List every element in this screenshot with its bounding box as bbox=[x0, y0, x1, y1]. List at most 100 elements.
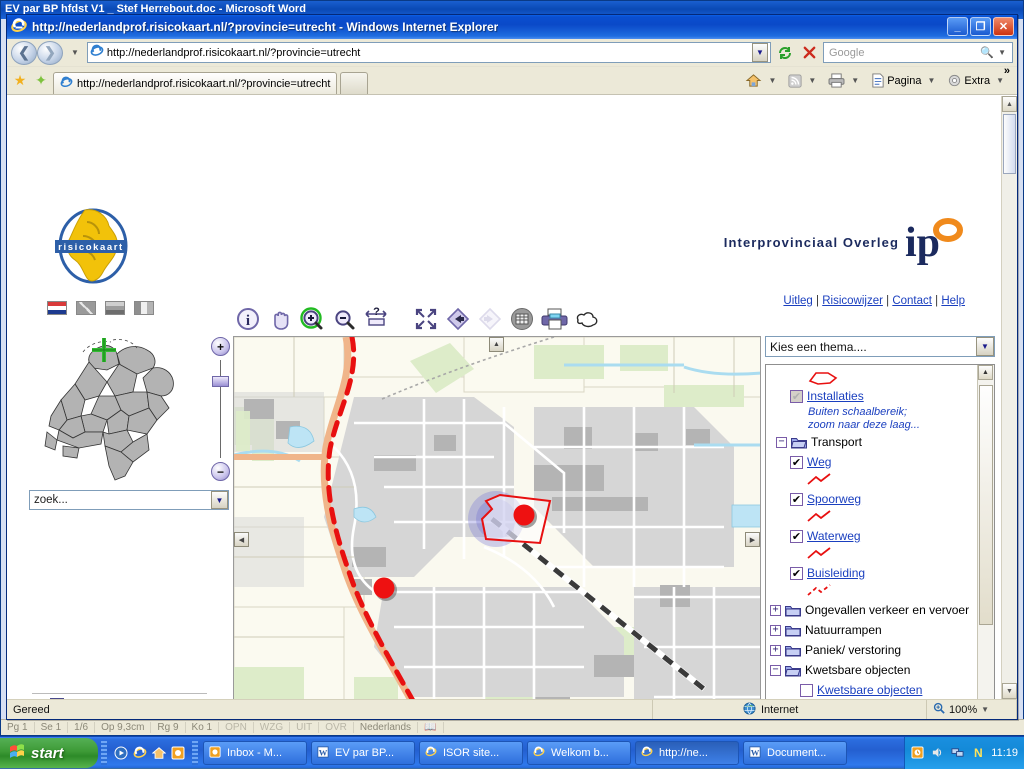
taskbar-item-isor-site[interactable]: ISOR site... bbox=[419, 741, 523, 765]
new-tab-button[interactable] bbox=[340, 72, 368, 94]
media-player-icon[interactable] bbox=[114, 746, 128, 760]
link-risicowijzer[interactable]: Risicowijzer bbox=[822, 295, 883, 307]
layer-link-spoorweg[interactable]: Spoorweg bbox=[807, 492, 861, 506]
link-contact[interactable]: Contact bbox=[892, 295, 932, 307]
search-icon[interactable]: 🔍 bbox=[980, 46, 994, 59]
address-bar[interactable]: http://nederlandprof.risicokaart.nl/?pro… bbox=[87, 42, 771, 63]
layer-link-buisleiding[interactable]: Buisleiding bbox=[807, 566, 865, 580]
recent-pages-chevron-icon[interactable]: ▼ bbox=[67, 48, 83, 57]
zoom-slider-track[interactable] bbox=[220, 360, 222, 458]
layer-checkbox-weg[interactable]: ✔ bbox=[790, 456, 803, 469]
layer-link-weg[interactable]: Weg bbox=[807, 455, 831, 469]
zoom-slider[interactable]: + − bbox=[209, 334, 231, 482]
english-flag-icon[interactable] bbox=[76, 301, 96, 315]
security-zone[interactable]: Internet bbox=[737, 700, 927, 719]
layer-checkbox-buisleiding[interactable]: ✔ bbox=[790, 567, 803, 580]
link-uitleg[interactable]: Uitleg bbox=[783, 295, 812, 307]
map-pan-right-button[interactable]: ▶ bbox=[745, 532, 760, 547]
map-pan-left-button[interactable]: ◀ bbox=[234, 532, 249, 547]
volume-icon[interactable] bbox=[931, 746, 945, 760]
layer-checkbox-installaties[interactable]: ✔ bbox=[790, 390, 803, 403]
folder-row-ongevallen[interactable]: + Ongevallen verkeer en vervoer bbox=[768, 600, 977, 620]
forward-button[interactable]: ❯ bbox=[37, 41, 63, 65]
layer-row-buisleiding[interactable]: ✔ Buisleiding bbox=[768, 563, 977, 583]
close-button[interactable]: ✕ bbox=[993, 17, 1014, 36]
taskbar-item-welkom[interactable]: Welkom b... bbox=[527, 741, 631, 765]
feeds-button[interactable]: ▼ bbox=[785, 72, 823, 90]
home-icon[interactable] bbox=[152, 746, 166, 760]
expander-kwetsbare-objecten[interactable]: − bbox=[770, 665, 781, 676]
draw-shape-icon[interactable] bbox=[573, 306, 599, 332]
taskbar-item-risicokaart[interactable]: http://ne... bbox=[635, 741, 739, 765]
page-menu-button[interactable]: Pagina ▼ bbox=[868, 71, 942, 90]
expander-natuurrampen[interactable]: + bbox=[770, 625, 781, 636]
print-button[interactable]: ▼ bbox=[825, 71, 866, 90]
layer-row-kwetsbare-objecten[interactable]: Kwetsbare objecten bbox=[768, 680, 977, 699]
layer-row-installaties[interactable]: ✔ Installaties bbox=[768, 386, 977, 406]
measure-icon[interactable]: ? bbox=[363, 306, 389, 332]
address-dropdown-icon[interactable]: ▼ bbox=[752, 43, 768, 62]
location-search-chevron-icon[interactable]: ▼ bbox=[211, 491, 228, 509]
print-chevron-icon[interactable]: ▼ bbox=[847, 76, 863, 85]
layer-tree-vertical-scrollbar[interactable]: ▲ ▼ bbox=[977, 365, 994, 699]
expander-transport[interactable]: − bbox=[776, 437, 787, 448]
theme-select[interactable]: Kies een thema.... ▼ bbox=[765, 336, 995, 357]
german-flag-icon[interactable] bbox=[105, 301, 125, 315]
layer-tree[interactable]: ✔ Installaties Buiten schaalbereik; zoom… bbox=[765, 364, 995, 699]
zoom-in-button[interactable]: + bbox=[211, 337, 230, 356]
map-canvas[interactable] bbox=[234, 337, 761, 699]
folder-row-kwetsbare-objecten[interactable]: − Kwetsbare objecten bbox=[768, 660, 977, 680]
norton-icon[interactable]: N bbox=[971, 746, 985, 760]
zoom-in-icon[interactable] bbox=[299, 306, 325, 332]
theme-select-chevron-icon[interactable]: ▼ bbox=[976, 337, 994, 356]
layer-link-waterweg[interactable]: Waterweg bbox=[807, 529, 861, 543]
back-button[interactable]: ❮ bbox=[11, 41, 37, 65]
folder-row-natuurrampen[interactable]: + Natuurrampen bbox=[768, 620, 977, 640]
zoom-level[interactable]: 100% ▼ bbox=[927, 700, 1017, 719]
minimize-button[interactable]: _ bbox=[947, 17, 968, 36]
start-button[interactable]: start bbox=[0, 738, 98, 768]
outlook-icon[interactable] bbox=[171, 746, 185, 760]
figuren-checkbox[interactable]: ✔ bbox=[32, 699, 45, 700]
layer-checkbox-spoorweg[interactable]: ✔ bbox=[790, 493, 803, 506]
browser-tab[interactable]: http://nederlandprof.risicokaart.nl/?pro… bbox=[53, 72, 337, 94]
page-scroll-up-button[interactable]: ▲ bbox=[1002, 96, 1017, 112]
back-icon[interactable] bbox=[445, 306, 471, 332]
search-input[interactable]: Google 🔍 ▼ bbox=[823, 42, 1013, 63]
favorites-star-icon[interactable]: ★ bbox=[11, 72, 29, 90]
add-favorite-icon[interactable]: ✦ bbox=[32, 72, 50, 90]
taskbar-item-document[interactable]: W Document... bbox=[743, 741, 847, 765]
french-flag-icon[interactable] bbox=[134, 301, 154, 315]
folder-row-transport[interactable]: − Transport bbox=[768, 432, 977, 452]
internet-explorer-icon[interactable] bbox=[133, 746, 147, 760]
info-icon[interactable]: i bbox=[235, 306, 261, 332]
layer-link-installaties[interactable]: Installaties bbox=[807, 389, 864, 403]
tree-scroll-up-button[interactable]: ▲ bbox=[978, 365, 993, 380]
dutch-flag-icon[interactable] bbox=[47, 301, 67, 315]
home-chevron-icon[interactable]: ▼ bbox=[764, 76, 780, 85]
location-search-input[interactable]: zoek... ▼ bbox=[29, 490, 229, 510]
stop-button[interactable] bbox=[799, 43, 819, 63]
clock-icon[interactable] bbox=[911, 746, 925, 760]
expander-paniek[interactable]: + bbox=[770, 645, 781, 656]
zoom-slider-thumb[interactable] bbox=[212, 376, 229, 387]
zoom-out-icon[interactable] bbox=[331, 306, 357, 332]
internet-explorer-window[interactable]: http://nederlandprof.risicokaart.nl/?pro… bbox=[6, 14, 1018, 720]
toolbar-overflow-button[interactable]: » bbox=[1001, 63, 1013, 79]
page-chevron-icon[interactable]: ▼ bbox=[923, 76, 939, 85]
network-icon[interactable] bbox=[951, 746, 965, 760]
main-map[interactable]: ▲ ▼ ◀ ▶ Topografische ondergrond (c) Top… bbox=[233, 336, 761, 699]
layer-row-spoorweg[interactable]: ✔ Spoorweg bbox=[768, 489, 977, 509]
taskbar-item-ev-par-bp[interactable]: W EV par BP... bbox=[311, 741, 415, 765]
overview-map[interactable] bbox=[29, 334, 204, 489]
zoom-chevron-icon[interactable]: ▼ bbox=[977, 705, 993, 714]
zoom-out-button[interactable]: − bbox=[211, 462, 230, 481]
link-help[interactable]: Help bbox=[941, 295, 965, 307]
layer-row-weg[interactable]: ✔ Weg bbox=[768, 452, 977, 472]
taskbar-clock[interactable]: 11:19 bbox=[991, 747, 1018, 759]
full-extent-icon[interactable] bbox=[413, 306, 439, 332]
layer-checkbox-waterweg[interactable]: ✔ bbox=[790, 530, 803, 543]
tree-vertical-scroll-thumb[interactable] bbox=[979, 385, 993, 625]
pan-hand-icon[interactable] bbox=[267, 306, 293, 332]
map-pan-up-button[interactable]: ▲ bbox=[489, 337, 504, 352]
